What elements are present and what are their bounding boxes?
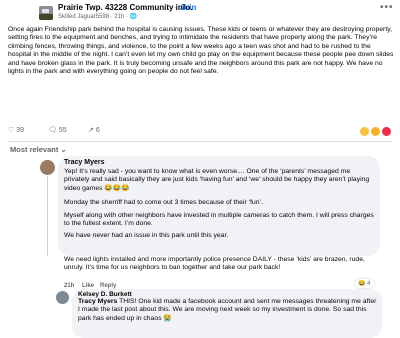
mention-link[interactable]: Tracy Myers [78,298,117,305]
comment-count: 55 [58,127,67,134]
comment-time[interactable]: 21h [64,283,74,289]
comment-paragraph: Myself along with other neighbors have i… [64,212,374,228]
share-reaction[interactable]: ↗ 6 [88,126,100,134]
comment-paragraph: Monday the sherriff had to come out 3 ti… [64,199,263,206]
reaction-summary[interactable] [359,126,392,137]
comment-reaction[interactable]: 🗨 55 [48,126,67,134]
like-reaction[interactable]: ♡ 39 [8,126,24,134]
comment-body: THIS! One kid made a facebook account an… [78,298,377,322]
comment-icon: 🗨 [48,127,57,134]
comment-author[interactable]: Kelsey D. Burkett [78,291,132,298]
wow-icon [370,126,382,137]
post-meta: Skilled Jaguar5598 · 21h · 🌐 [58,14,138,20]
comment-paragraph: We have never had an issue in this park … [64,232,229,239]
share-icon: ↗ [88,127,94,134]
comment-paragraph: We need lights installed and more import… [64,256,365,272]
angry-icon [381,126,392,137]
comment-reaction-count[interactable]: 😂 4 [355,279,374,288]
more-options-icon[interactable]: ••• [380,2,394,13]
comment-author[interactable]: Tracy Myers [64,159,104,166]
divider [8,141,392,142]
comment-paragraph: Yep! It’s really sad - you want to know … [64,168,370,192]
group-avatar[interactable] [39,6,53,20]
post-body: Once again Friendship park behind the ho… [8,26,394,76]
share-count: 6 [95,127,100,134]
comment-text: Tracy Myers THIS! One kid made a faceboo… [78,298,378,323]
reaction-icon: 😂 [358,281,366,287]
like-count: 39 [16,127,25,134]
join-group-link[interactable]: · Join [175,3,196,12]
avatar[interactable] [40,160,55,175]
post-header: Prairie Twp. 43228 Community info. · Joi… [0,0,400,24]
reaction-bar: ♡ 39 🗨 55 ↗ 6 [8,126,392,138]
thread-line [47,176,48,256]
like-icon: ♡ [8,127,15,134]
group-name-link[interactable]: Prairie Twp. 43228 Community info. [58,3,193,12]
haha-icon [359,126,371,137]
avatar[interactable] [56,291,69,304]
comment-sort-dropdown[interactable]: Most relevant ⌄ [10,145,67,154]
